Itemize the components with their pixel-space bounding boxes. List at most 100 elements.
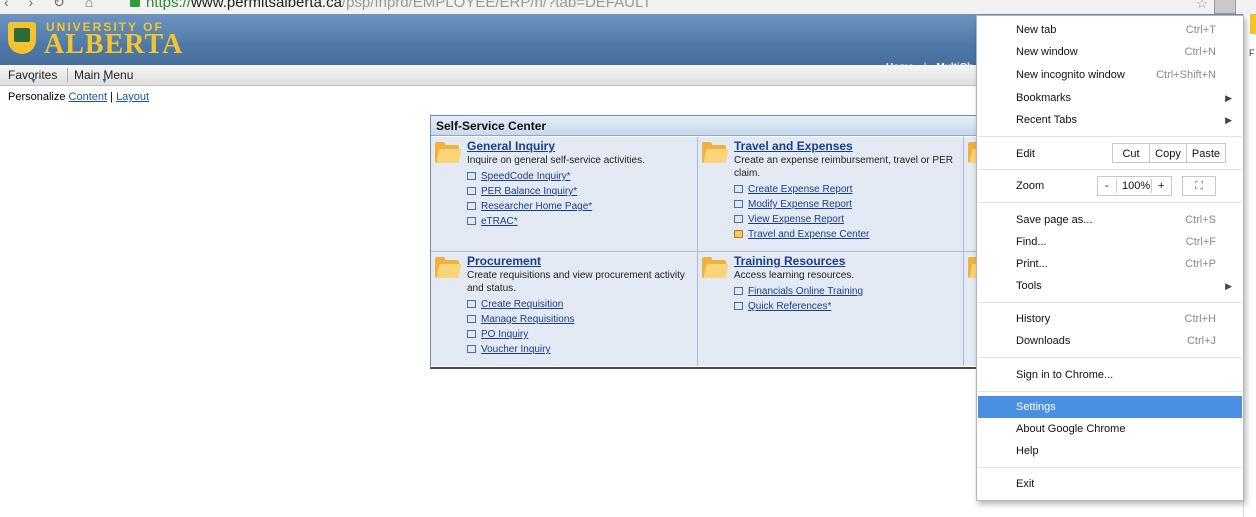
menu-label: Exit [1016, 478, 1035, 490]
menu-item-new-window[interactable]: New window Ctrl+N [978, 41, 1242, 63]
menu-separator [978, 169, 1242, 170]
menu-shortcut: Ctrl+J [1186, 335, 1216, 347]
menu-shortcut: Ctrl+H [1184, 313, 1216, 325]
page-icon [467, 300, 476, 308]
menu-item-recent-tabs[interactable]: Recent Tabs ▶ [978, 109, 1242, 131]
link-researcher-home-page[interactable]: Researcher Home Page* [467, 199, 717, 214]
page-icon [467, 315, 476, 323]
address-bar[interactable]: https://www.permitsalberta.ca/psp/fnprd/… [146, 0, 651, 11]
menu-item-sign-in[interactable]: Sign in to Chrome... [978, 364, 1242, 386]
menu-label: Settings [1016, 401, 1056, 413]
copy-button[interactable]: Copy [1149, 143, 1187, 163]
menu-item-downloads[interactable]: Downloads Ctrl+J [978, 330, 1242, 352]
logo-alberta: ALBERTA [44, 29, 184, 60]
menu-label: Sign in to Chrome... [1016, 369, 1114, 381]
category-training-resources: Training Resources Access learning resou… [698, 252, 964, 366]
link-travel-and-expense-center[interactable]: Travel and Expense Center [734, 227, 962, 242]
menu-item-settings[interactable]: Settings [978, 396, 1242, 418]
menu-shortcut: Ctrl+T [1185, 24, 1216, 36]
page-icon [734, 200, 743, 208]
menu-item-find[interactable]: Find... Ctrl+F [978, 231, 1242, 253]
fullscreen-icon[interactable]: ⛶ [1182, 176, 1216, 196]
link-financials-online-training[interactable]: Financials Online Training [734, 284, 962, 299]
menu-item-zoom: Zoom - 100% + ⛶ [978, 175, 1242, 197]
link-quick-references[interactable]: Quick References* [734, 299, 962, 314]
category-general-inquiry: General Inquiry Inquire on general self-… [431, 137, 698, 252]
zoom-control: - 100% + [1097, 176, 1172, 196]
main-menu-dropdown-icon: ▼ [101, 78, 108, 85]
menu-shortcut: Ctrl+S [1185, 214, 1216, 226]
page-icon [467, 330, 476, 338]
menu-item-help[interactable]: Help [978, 440, 1242, 462]
menu-label: About Google Chrome [1016, 423, 1126, 435]
menu-separator [978, 391, 1242, 392]
menu-item-tools[interactable]: Tools ▶ [978, 275, 1242, 297]
cut-button[interactable]: Cut [1112, 143, 1150, 163]
menu-item-print[interactable]: Print... Ctrl+P [978, 253, 1242, 275]
bookmark-star-icon[interactable]: ☆ [1196, 0, 1208, 12]
link-create-requisition[interactable]: Create Requisition [467, 297, 695, 312]
menu-label: Find... [1016, 236, 1047, 248]
browser-toolbar: ‹ › ↻ ⌂ https://www.permitsalberta.ca/ps… [0, 0, 1256, 15]
link-view-expense-report[interactable]: View Expense Report [734, 212, 962, 227]
chrome-menu-button[interactable] [1214, 0, 1236, 14]
university-logo[interactable]: UNIVERSITY OF ALBERTA [8, 20, 182, 60]
secure-lock-icon [130, 0, 140, 7]
url-host: www.permitsalberta.ca [191, 0, 342, 11]
folder-small-icon [734, 230, 743, 238]
menu-label: Zoom [1016, 180, 1045, 192]
link-modify-expense-report[interactable]: Modify Expense Report [734, 197, 962, 212]
category-description: Create requisitions and view procurement… [467, 270, 685, 294]
menu-item-exit[interactable]: Exit [978, 473, 1242, 495]
category-description: Access learning resources. [734, 270, 855, 281]
menu-item-save-page-as[interactable]: Save page as... Ctrl+S [978, 209, 1242, 231]
category-description: Inquire on general self-service activiti… [467, 155, 645, 166]
page-icon [734, 215, 743, 223]
menu-item-bookmarks[interactable]: Bookmarks ▶ [978, 87, 1242, 109]
submenu-arrow-icon: ▶ [1225, 281, 1232, 291]
menu-label: History [1016, 313, 1051, 325]
category-title[interactable]: Procurement [467, 254, 695, 268]
page-right-edge: F [1243, 14, 1256, 517]
page-icon [734, 302, 743, 310]
chrome-menu: New tab Ctrl+T New window Ctrl+N New incog… [976, 15, 1244, 501]
link-po-inquiry[interactable]: PO Inquiry [467, 327, 695, 342]
link-per-balance-inquiry[interactable]: PER Balance Inquiry* [467, 184, 717, 199]
page-icon [467, 172, 476, 180]
zoom-out-button[interactable]: - [1105, 177, 1109, 195]
url-scheme: https:// [146, 0, 192, 11]
folder-icon [702, 141, 729, 163]
paste-button[interactable]: Paste [1186, 143, 1226, 163]
personalize-bar: Personalize Content | Layout [8, 91, 149, 103]
link-create-expense-report[interactable]: Create Expense Report [734, 182, 962, 197]
category-title[interactable]: Travel and Expenses [734, 139, 962, 153]
menu-item-about-google-chrome[interactable]: About Google Chrome [978, 418, 1242, 440]
category-title[interactable]: General Inquiry [467, 139, 717, 153]
favorites-dropdown-icon: ▼ [30, 78, 37, 85]
menu-label: Help [1016, 445, 1039, 457]
folder-icon [702, 256, 729, 278]
menu-item-new-tab[interactable]: New tab Ctrl+T [978, 19, 1242, 41]
menu-label: Edit [1016, 148, 1035, 160]
personalize-content-link[interactable]: Content [69, 91, 108, 103]
link-etrac[interactable]: eTRAC* [467, 214, 717, 229]
personalize-layout-link[interactable]: Layout [116, 91, 149, 103]
link-voucher-inquiry[interactable]: Voucher Inquiry [467, 342, 695, 357]
menu-shortcut: Ctrl+Shift+N [1156, 69, 1216, 81]
navigation-arrows-icon[interactable]: ‹ › ↻ ⌂ [4, 0, 101, 11]
university-crest-icon [8, 22, 36, 54]
menu-item-new-incognito-window[interactable]: New incognito window Ctrl+Shift+N [978, 64, 1242, 86]
page-icon [467, 187, 476, 195]
category-procurement: Procurement Create requisitions and view… [431, 252, 698, 366]
link-speedcode-inquiry[interactable]: SpeedCode Inquiry* [467, 169, 717, 184]
zoom-level: 100% [1122, 180, 1151, 192]
category-title[interactable]: Training Resources [734, 254, 962, 268]
link-manage-requisitions[interactable]: Manage Requisitions [467, 312, 695, 327]
page-icon [467, 345, 476, 353]
submenu-arrow-icon: ▶ [1225, 115, 1232, 125]
menu-item-history[interactable]: History Ctrl+H [978, 308, 1242, 330]
extension-button[interactable] [1250, 14, 1256, 34]
page-icon [467, 217, 476, 225]
url-path: /psp/fnprd/EMPLOYEE/ERP/h/?tab=DEFAULT [341, 0, 652, 11]
zoom-in-button[interactable]: + [1158, 177, 1164, 195]
